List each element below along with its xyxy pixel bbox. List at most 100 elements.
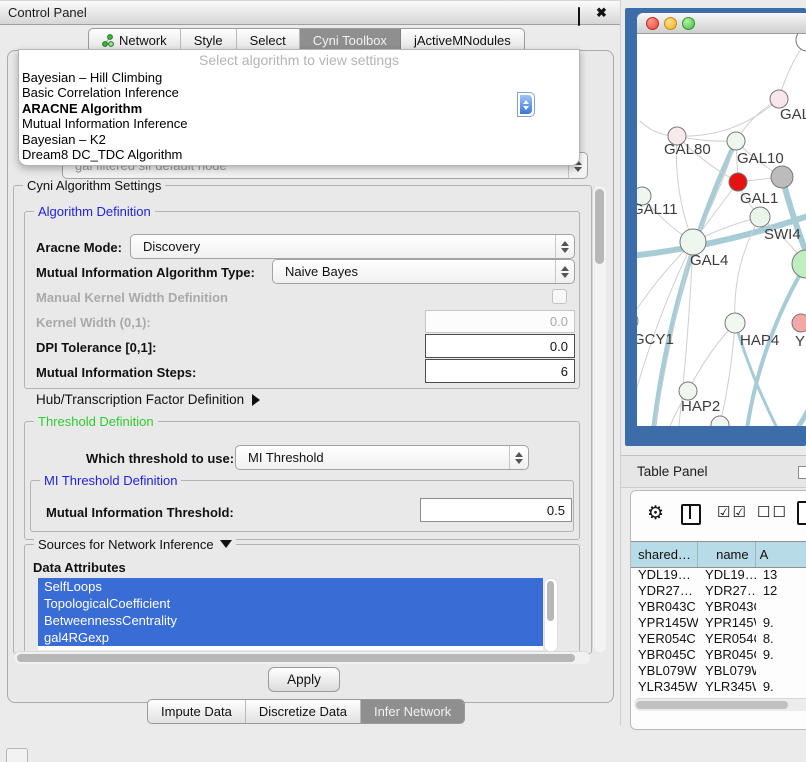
- bottom-tab-infer-network[interactable]: Infer Network: [361, 700, 464, 723]
- network-node-swi4[interactable]: [750, 207, 770, 227]
- table-cell: YBL079W: [698, 663, 756, 679]
- float-panel-icon[interactable]: [798, 466, 806, 479]
- control-panel: Control Panel ✖ NetworkStyleSelectCyni T…: [0, 0, 621, 726]
- kernel-width-field[interactable]: 0.0: [425, 310, 575, 333]
- attribute-item-topologicalcoefficient[interactable]: TopologicalCoefficient: [38, 595, 543, 612]
- network-canvas[interactable]: GAL7GAL80GAL10GAL1GAL11SWI4GAL4GCY1HAP4Y…: [637, 34, 806, 426]
- table-cell: 9.: [756, 679, 806, 695]
- network-node-label: HAP2: [681, 398, 720, 415]
- table-rows: YDL19…YDL19…13YDR27…YDR27…12YBR043CYBR04…: [631, 567, 806, 700]
- network-window: GAL7GAL80GAL10GAL1GAL11SWI4GAL4GCY1HAP4Y…: [637, 13, 806, 426]
- algorithm-option-aracne-algorithm[interactable]: ARACNE Algorithm: [19, 101, 579, 116]
- table-cell: YBR043C: [698, 599, 756, 615]
- aracne-mode-combobox[interactable]: Discovery: [130, 234, 575, 259]
- column-header-name[interactable]: name: [698, 542, 756, 567]
- network-node-gal10[interactable]: [727, 132, 745, 150]
- close-panel-icon[interactable]: ✖: [596, 7, 607, 18]
- algorithm-option-mutual-information-inference[interactable]: Mutual Information Inference: [19, 116, 579, 131]
- screen: Control Panel ✖ NetworkStyleSelectCyni T…: [0, 0, 806, 762]
- mi-steps-field[interactable]: 6: [425, 359, 575, 383]
- column-header-a[interactable]: A: [756, 542, 806, 567]
- clear-all-checks-icon[interactable]: ☐☐: [757, 503, 788, 521]
- network-edge: [772, 383, 806, 426]
- attributes-scrollbar[interactable]: [544, 578, 558, 652]
- bottom-tab-discretize-data[interactable]: Discretize Data: [246, 700, 361, 723]
- table-row[interactable]: YER054CYER054C8.: [631, 631, 806, 647]
- table-cell: 9.: [756, 647, 806, 663]
- network-edge: [652, 141, 736, 426]
- table-row[interactable]: YDL19…YDL19…13: [631, 567, 806, 583]
- table-row[interactable]: YBR045CYBR045C9.: [631, 647, 806, 663]
- network-node[interactable]: [711, 416, 729, 426]
- data-attributes-list[interactable]: SelfLoopsTopologicalCoefficientBetweenne…: [38, 578, 543, 650]
- combobox-stepper-icon: [555, 260, 574, 283]
- mi-threshold-field[interactable]: 0.5: [420, 498, 572, 522]
- float-panel-icon[interactable]: [578, 8, 580, 26]
- network-node[interactable]: [771, 166, 793, 188]
- table-panel-title: Table Panel: [637, 464, 708, 479]
- network-node-label: GAL10: [737, 150, 784, 167]
- minimize-window-icon[interactable]: [664, 17, 677, 30]
- network-window-titlebar[interactable]: [637, 13, 806, 34]
- attribute-item-betweennesscentrality[interactable]: BetweennessCentrality: [38, 612, 543, 629]
- table-cell: 13: [756, 567, 806, 583]
- new-file-icon[interactable]: [797, 501, 806, 525]
- table-cell: YDR27…: [698, 583, 756, 599]
- gear-icon[interactable]: ⚙: [647, 504, 664, 523]
- table-cell: [756, 599, 806, 615]
- dpi-tolerance-field[interactable]: 0.0: [425, 334, 575, 358]
- control-panel-title: Control Panel: [8, 5, 87, 20]
- network-node-label: GAL1: [740, 190, 778, 207]
- table-cell: 12: [756, 583, 806, 599]
- algorithm-option-dream8-dc-tdc-algorithm[interactable]: Dream8 DC_TDC Algorithm: [19, 147, 579, 162]
- network-node-y[interactable]: [792, 314, 806, 332]
- network-node-label: Y: [795, 333, 805, 350]
- attribute-item-selfloops[interactable]: SelfLoops: [38, 578, 543, 595]
- sources-title[interactable]: Sources for Network Inference: [34, 537, 236, 552]
- dpi-tolerance-label: DPI Tolerance [0,1]:: [36, 340, 156, 355]
- settings-scrollbar[interactable]: [592, 186, 606, 652]
- column-header-shared-[interactable]: shared…: [631, 542, 698, 567]
- network-node[interactable]: [792, 250, 806, 278]
- mi-algorithm-type-combobox[interactable]: Naive Bayes: [272, 259, 575, 284]
- network-node-label: GAL11: [637, 201, 678, 218]
- aracne-mode-value: Discovery: [131, 239, 555, 254]
- manual-kernel-width-checkbox[interactable]: [552, 289, 567, 304]
- network-node-hap4[interactable]: [725, 313, 745, 333]
- collapsed-arrow-icon: [252, 394, 260, 406]
- hub-definition-label: Hub/Transcription Factor Definition: [36, 392, 244, 407]
- network-node-gal1[interactable]: [729, 173, 747, 191]
- network-node[interactable]: [796, 34, 806, 51]
- close-window-icon[interactable]: [646, 17, 659, 30]
- settings-hscrollbar[interactable]: [14, 651, 590, 664]
- table-row[interactable]: YBL079WYBL079W: [631, 663, 806, 679]
- which-threshold-label: Which threshold to use:: [86, 451, 234, 466]
- bottom-tab-impute-data[interactable]: Impute Data: [148, 700, 246, 723]
- docked-panel-icon[interactable]: [6, 748, 28, 762]
- table-row[interactable]: YBR043CYBR043C: [631, 599, 806, 615]
- attribute-item-gal4rgexp[interactable]: gal4RGexp: [38, 629, 543, 646]
- table-panel-titlebar: Table Panel: [621, 455, 806, 488]
- split-columns-icon[interactable]: [681, 504, 701, 525]
- algorithm-option-bayesian-k2[interactable]: Bayesian – K2: [19, 132, 579, 147]
- network-view-frame: GAL7GAL80GAL10GAL1GAL11SWI4GAL4GCY1HAP4Y…: [625, 8, 806, 446]
- focused-combobox-stepper-icon[interactable]: [517, 92, 535, 117]
- bottom-tab-discretize-data-label: Discretize Data: [259, 704, 347, 719]
- mi-threshold-definition-title: MI Threshold Definition: [40, 473, 181, 488]
- table-row[interactable]: YPR145WYPR145W9.: [631, 615, 806, 631]
- zoom-window-icon[interactable]: [682, 17, 695, 30]
- which-threshold-combobox[interactable]: MI Threshold: [235, 445, 529, 470]
- algorithm-option-bayesian-hill-climbing[interactable]: Bayesian – Hill Climbing: [19, 70, 579, 85]
- table-row[interactable]: YLR345WYLR345W9.: [631, 679, 806, 695]
- network-node-label: GAL80: [664, 141, 711, 158]
- table-cell: 9.: [756, 615, 806, 631]
- select-all-checks-icon[interactable]: ☑☑: [717, 503, 748, 521]
- algorithm-option-basic-correlation-inference[interactable]: Basic Correlation Inference: [19, 85, 579, 100]
- table-cell: 8.: [756, 631, 806, 647]
- hub-definition-expander[interactable]: Hub/Transcription Factor Definition: [36, 392, 260, 407]
- table-hscrollbar[interactable]: [634, 698, 806, 711]
- network-node-gcy1[interactable]: [637, 312, 638, 330]
- apply-button[interactable]: Apply: [268, 667, 340, 692]
- table-row[interactable]: YDR27…YDR27…12: [631, 583, 806, 599]
- table-cell: YER054C: [698, 631, 756, 647]
